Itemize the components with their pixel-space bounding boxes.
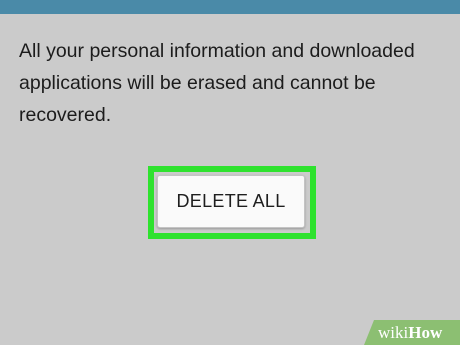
reset-confirmation-screen: All your personal information and downlo… bbox=[0, 0, 460, 345]
watermark-how: How bbox=[408, 323, 443, 342]
wikihow-watermark: wikiHow bbox=[364, 320, 460, 345]
top-app-bar bbox=[0, 0, 460, 14]
watermark-wiki: wiki bbox=[378, 323, 409, 342]
delete-all-button[interactable]: DELETE ALL bbox=[157, 175, 305, 228]
warning-message: All your personal information and downlo… bbox=[19, 40, 415, 126]
